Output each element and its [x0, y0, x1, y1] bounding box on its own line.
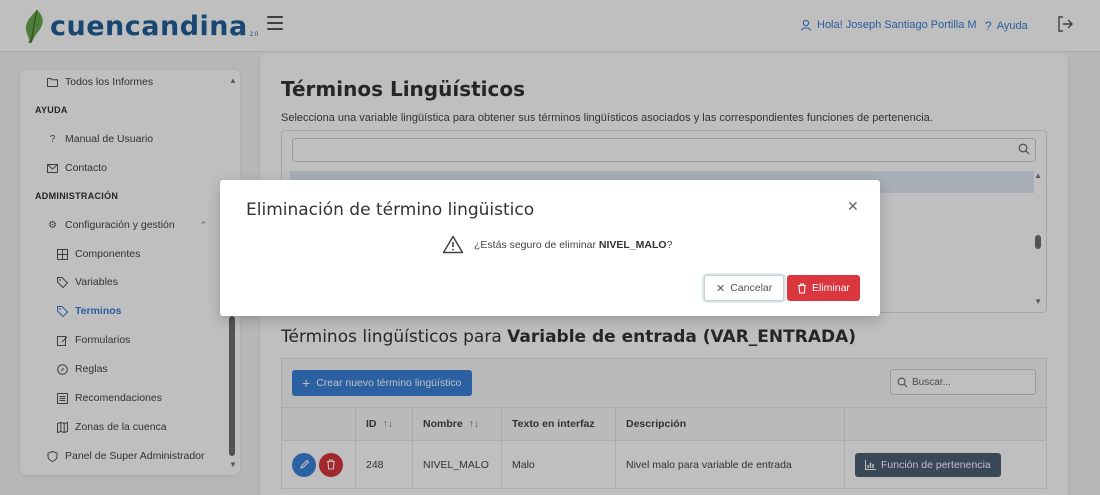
- confirm-text: ¿Estás seguro de eliminar NIVEL_MALO?: [474, 238, 673, 251]
- cancel-button[interactable]: ✕ Cancelar: [704, 275, 785, 301]
- trash-icon: [798, 282, 806, 294]
- modal-message: ¿Estás seguro de eliminar NIVEL_MALO?: [442, 235, 672, 254]
- close-icon: ✕: [716, 282, 726, 295]
- confirm-term: NIVEL_MALO: [598, 238, 667, 251]
- delete-label: Eliminar: [812, 282, 850, 294]
- close-icon[interactable]: ✕: [847, 198, 859, 215]
- confirm-delete-button[interactable]: Eliminar: [787, 275, 860, 301]
- modal-title: Eliminación de término lingüistico: [246, 200, 535, 220]
- warning-icon: [442, 235, 464, 254]
- delete-confirm-modal: Eliminación de término lingüistico ✕ ¿Es…: [220, 180, 880, 316]
- cancel-label: Cancelar: [730, 282, 773, 294]
